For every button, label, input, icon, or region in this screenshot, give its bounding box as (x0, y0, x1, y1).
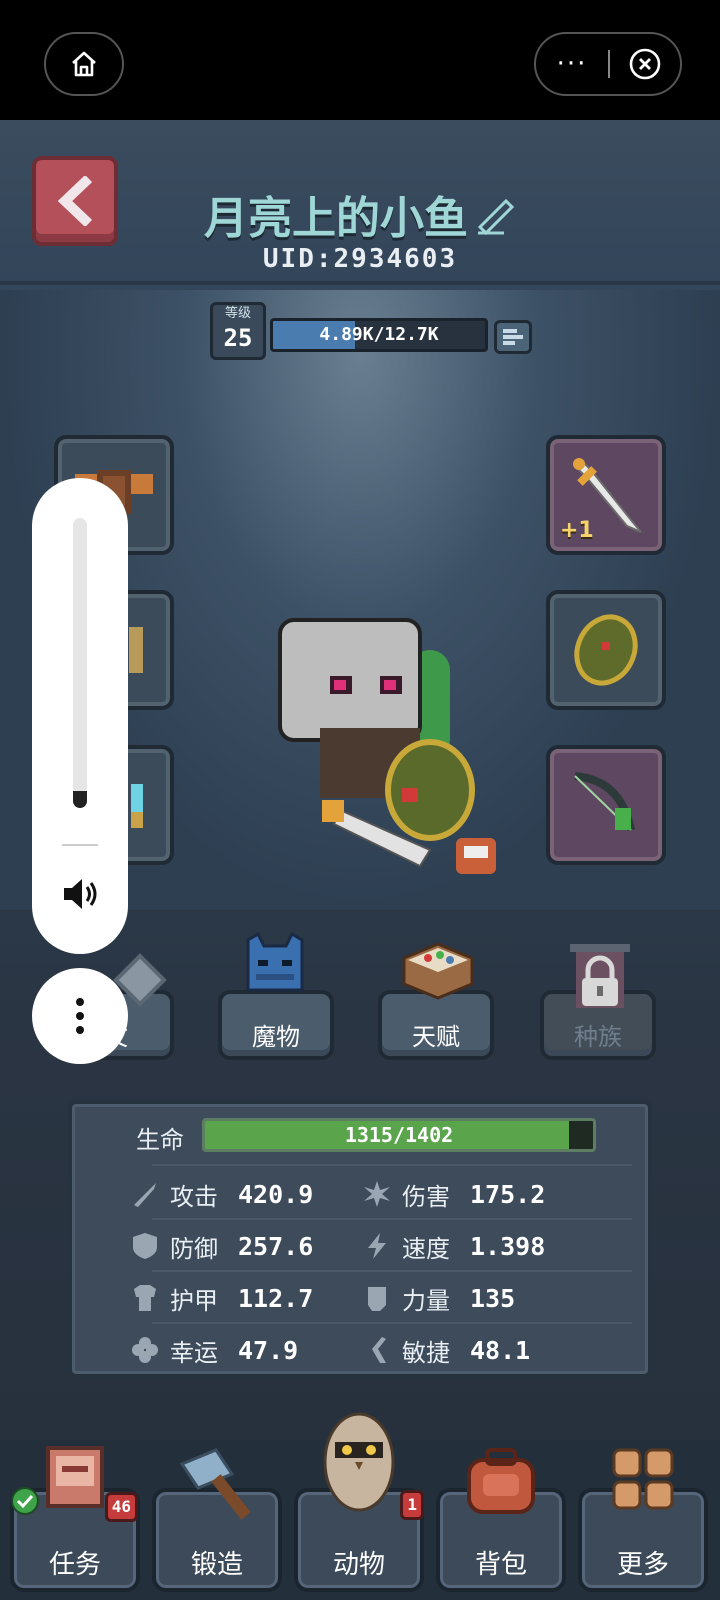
nav-forge-label: 锻造 (190, 1550, 243, 1580)
stat-strength: 力量 135 (362, 1278, 515, 1318)
home-icon (72, 51, 96, 77)
stat-speed-label: 速度 (402, 1234, 450, 1263)
close-circle-icon (629, 48, 661, 80)
nav-quest-label: 任务 (48, 1550, 101, 1580)
bow-icon (574, 772, 635, 831)
animal-count-badge: 1 (400, 1490, 424, 1520)
quest-board-icon (46, 1446, 104, 1508)
stat-armor: 护甲 112.7 (130, 1278, 313, 1318)
stats-panel: 生命 1315/1402 攻击 420.9 伤害 175.2 防御 257.6 … (68, 1100, 652, 1378)
nav-animal-label: 动物 (332, 1550, 385, 1580)
character-sprite (278, 618, 496, 874)
enhance-level: +1 (560, 518, 594, 543)
stat-damage-label: 伤害 (402, 1182, 450, 1211)
level-label: 等级 (224, 306, 251, 321)
volume-track[interactable] (73, 518, 87, 808)
list-icon (503, 329, 523, 345)
stats-divider (152, 1270, 632, 1272)
shield-stat-icon (133, 1233, 157, 1259)
stat-defense-label: 防御 (170, 1234, 218, 1263)
nav-forge-button[interactable]: 锻造 (152, 1448, 282, 1592)
stat-defense-value: 257.6 (238, 1231, 314, 1261)
equip-slot-bow[interactable] (546, 745, 666, 865)
backpack-icon (467, 1448, 535, 1514)
stat-attack-value: 420.9 (238, 1179, 314, 1209)
player-uid: UID:2934603 (262, 244, 458, 274)
header: 月亮上的小鱼 UID:2934603 (0, 120, 720, 285)
close-button[interactable] (610, 47, 680, 81)
lock-icon (570, 944, 630, 1008)
stat-agility-label: 敏捷 (402, 1338, 450, 1367)
fist-icon (368, 1287, 386, 1311)
stats-divider (152, 1164, 632, 1166)
stat-damage-value: 175.2 (470, 1179, 546, 1209)
stat-speed-value: 1.398 (470, 1231, 546, 1261)
volume-more-button[interactable] (32, 968, 128, 1064)
nav-backpack-button[interactable]: 背包 (436, 1448, 566, 1592)
stat-defense: 防御 257.6 (130, 1226, 313, 1266)
quest-count-badge: 46 (104, 1492, 138, 1522)
check-icon (11, 1487, 39, 1515)
hp-label: 生命 (136, 1126, 184, 1154)
menu-race-label: 种族 (574, 1023, 622, 1051)
stat-agility-value: 48.1 (470, 1335, 531, 1365)
burst-icon (364, 1181, 390, 1207)
stats-divider (152, 1218, 632, 1220)
menu-talent-label: 天赋 (412, 1023, 460, 1051)
stat-luck: 幸运 47.9 (130, 1330, 298, 1370)
hp-bar: 1315/1402 (202, 1118, 596, 1152)
volume-fill (73, 790, 87, 808)
boot-icon (372, 1337, 386, 1363)
xp-details-button[interactable] (494, 320, 532, 354)
player-name-row: 月亮上的小鱼 (0, 182, 720, 246)
volume-divider (62, 844, 98, 846)
grid-more-icon (612, 1448, 674, 1510)
stat-damage: 伤害 175.2 (362, 1174, 545, 1214)
xp-bar: 4.89K/12.7K (270, 318, 488, 352)
stat-speed: 速度 1.398 (362, 1226, 545, 1266)
hp-text: 1315/1402 (344, 1123, 454, 1147)
stat-attack-label: 攻击 (170, 1182, 218, 1211)
menu-monster-label: 魔物 (252, 1023, 300, 1051)
nav-animal-button[interactable]: 动物 1 (294, 1412, 424, 1592)
nav-more-button[interactable]: 更多 (578, 1448, 708, 1592)
bottom-nav: 任务 46 锻造 动物 1 背包 更多 (0, 1412, 720, 1600)
home-button[interactable] (44, 32, 124, 96)
volume-slider-panel[interactable] (32, 478, 128, 954)
pencil-icon[interactable] (474, 193, 516, 235)
clover-icon (132, 1337, 158, 1363)
stat-strength-label: 力量 (402, 1286, 450, 1315)
stat-luck-label: 幸运 (170, 1338, 218, 1367)
stat-armor-value: 112.7 (238, 1283, 314, 1313)
system-top-bar: ··· (0, 0, 720, 120)
sword-stat-icon (134, 1183, 156, 1207)
stat-luck-value: 47.9 (238, 1335, 299, 1365)
armor-stat-icon (134, 1285, 156, 1311)
nav-backpack-label: 背包 (474, 1550, 527, 1580)
equip-slot-weapon[interactable]: +1 (546, 435, 666, 555)
mini-program-capsule: ··· (534, 32, 682, 96)
shield-icon (574, 614, 638, 686)
more-dots-icon[interactable]: ··· (536, 34, 608, 94)
equip-slot-shield[interactable] (546, 590, 666, 710)
vertical-dots-icon (76, 998, 84, 1034)
lightning-icon (368, 1233, 386, 1259)
level-badge: 等级 25 (210, 302, 266, 360)
nav-more-label: 更多 (616, 1550, 669, 1580)
stat-attack: 攻击 420.9 (130, 1174, 313, 1214)
xp-text: 4.89K/12.7K (319, 324, 439, 345)
owl-icon (323, 1412, 395, 1512)
stat-strength-value: 135 (470, 1283, 516, 1313)
level-value: 25 (223, 324, 253, 352)
nav-quest-button[interactable]: 任务 46 (10, 1446, 140, 1592)
hammer-icon (179, 1448, 251, 1520)
speaker-icon[interactable] (60, 874, 100, 914)
stat-agility: 敏捷 48.1 (362, 1330, 530, 1370)
player-name: 月亮上的小鱼 (204, 193, 468, 244)
stats-divider (152, 1322, 632, 1324)
talent-book-icon (402, 942, 474, 1000)
stat-armor-label: 护甲 (170, 1286, 218, 1315)
monster-icon (246, 931, 304, 992)
